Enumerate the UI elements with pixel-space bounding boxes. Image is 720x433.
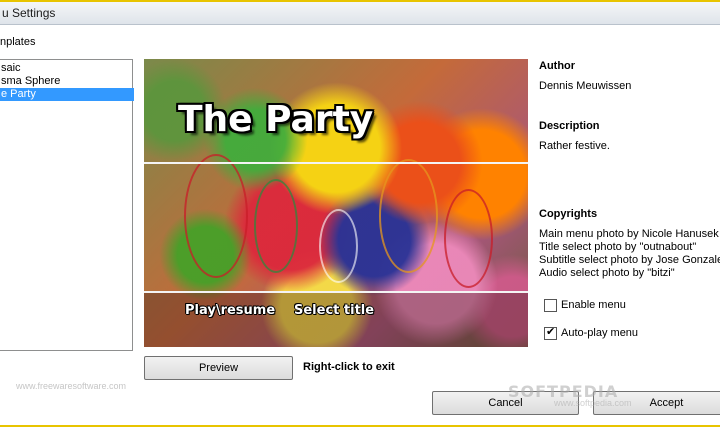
- window-title: u Settings: [2, 6, 56, 20]
- preview-divider-bottom: [144, 291, 528, 293]
- title-bar[interactable]: u Settings: [0, 2, 720, 25]
- author-heading: Author: [539, 60, 576, 72]
- preview-divider-top: [144, 162, 528, 164]
- autoplay-menu-checkbox-box[interactable]: ✔: [544, 326, 557, 340]
- bottom-accent-stripe: [0, 425, 720, 433]
- author-value: Dennis Meuwissen: [539, 80, 632, 92]
- templates-list[interactable]: saic sma Sphere e Party: [0, 59, 134, 351]
- preview-menu-band: [144, 292, 528, 347]
- ribbon-decoration: [319, 209, 358, 283]
- ribbon-decoration: [379, 159, 438, 273]
- copyright-line: Audio select photo by "bitzi": [539, 267, 675, 279]
- preview-title: The Party: [178, 99, 374, 140]
- copyright-line: Title select photo by "outnabout": [539, 241, 697, 253]
- preview-button[interactable]: Preview: [144, 356, 293, 380]
- enable-menu-label: Enable menu: [561, 299, 626, 311]
- autoplay-menu-label: Auto-play menu: [561, 327, 639, 339]
- template-item-mosaic[interactable]: saic: [0, 62, 134, 75]
- preview-menu-select-title: Select title: [294, 303, 375, 318]
- template-item-plasma-sphere[interactable]: sma Sphere: [0, 75, 134, 88]
- description-value: Rather festive.: [539, 140, 610, 152]
- right-click-exit-hint: Right-click to exit: [303, 361, 395, 373]
- copyright-line: Subtitle select photo by Jose Gonzalez: [539, 254, 720, 266]
- template-item-the-party[interactable]: e Party: [0, 88, 134, 101]
- templates-label: nplates: [0, 36, 36, 48]
- copyright-line: Main menu photo by Nicole Hanusek: [539, 228, 719, 240]
- softpedia-url-watermark: www.softpedia.com: [554, 398, 632, 408]
- ribbon-decoration: [184, 154, 248, 278]
- ribbon-decoration: [444, 189, 493, 288]
- preview-menu-play-resume: Play\resume: [185, 303, 276, 318]
- copyrights-heading: Copyrights: [539, 208, 598, 220]
- site-watermark: www.freewaresoftware.com: [16, 381, 127, 391]
- menu-preview-image: The Party Play\resume Select title: [144, 59, 528, 347]
- checkmark-icon: ✔: [546, 326, 556, 338]
- description-heading: Description: [539, 120, 600, 132]
- ribbon-decoration: [254, 179, 298, 273]
- enable-menu-checkbox-box[interactable]: [544, 299, 557, 312]
